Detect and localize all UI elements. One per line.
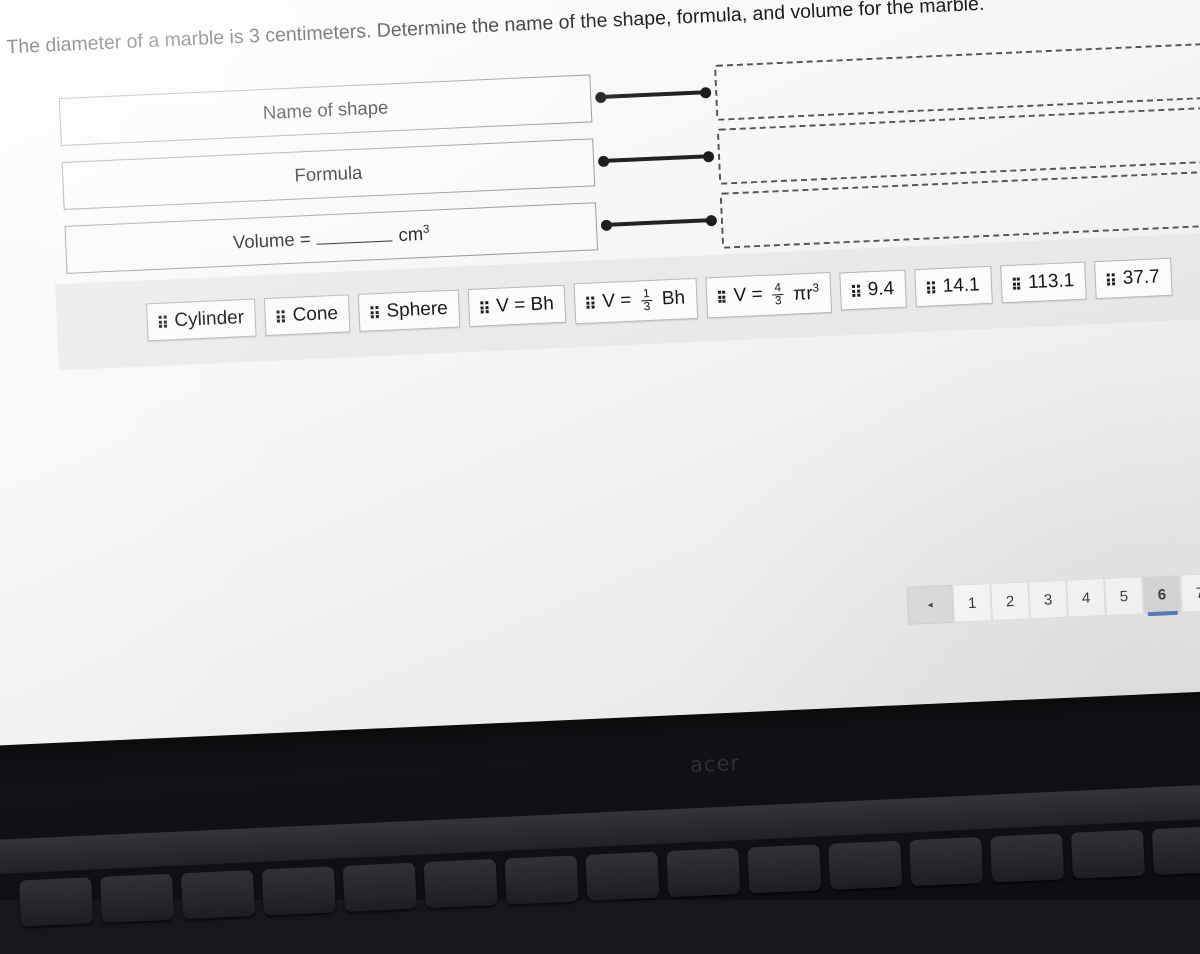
- connector-bar: [601, 90, 706, 99]
- tile-label: 14.1: [942, 274, 981, 298]
- pagination-page-1[interactable]: 1: [952, 583, 992, 623]
- tile-label: V = Bh: [495, 293, 555, 318]
- fraction-numerator: 1: [642, 286, 650, 301]
- volume-unit: cm3: [398, 222, 430, 246]
- drag-handle-icon[interactable]: [158, 315, 167, 329]
- answer-tile-14-1[interactable]: 14.1: [914, 266, 993, 308]
- volume-unit-exponent: 3: [422, 223, 430, 236]
- fraction-four-thirds: 4 3: [772, 281, 784, 308]
- tile-label: Cylinder: [173, 307, 245, 332]
- answer-tile-9-4[interactable]: 9.4: [839, 269, 907, 311]
- acer-brand-logo: acer: [689, 751, 741, 777]
- pagination-page-4[interactable]: 4: [1066, 578, 1106, 618]
- fraction-numerator: 4: [774, 281, 782, 295]
- answer-tile-cone[interactable]: Cone: [264, 294, 351, 337]
- laptop-body: acer The diameter of a marble is 3 centi…: [0, 0, 1200, 927]
- connector-dot-right: [702, 150, 715, 163]
- connector-dot-right: [705, 214, 718, 227]
- tile-label: 9.4: [867, 278, 895, 301]
- connector-line: [597, 150, 715, 168]
- drag-handle-icon[interactable]: [370, 306, 379, 319]
- fraction-one-third: 1 3: [641, 286, 653, 314]
- connector-line: [600, 214, 718, 232]
- tile-label: 113.1: [1027, 270, 1075, 294]
- prompt-label: Formula: [294, 161, 363, 186]
- worksheet-page: The diameter of a marble is 3 centimeter…: [0, 0, 1200, 687]
- keyboard-key: [1070, 829, 1145, 879]
- keyboard-key: [909, 836, 984, 887]
- pagination-page-6-active[interactable]: 6: [1142, 574, 1182, 615]
- drag-handle-icon[interactable]: [1012, 277, 1021, 291]
- keyboard-key: [19, 877, 94, 927]
- keyboard-key: [342, 862, 417, 912]
- pagination-page-3[interactable]: 3: [1028, 579, 1068, 620]
- drag-handle-icon[interactable]: [926, 281, 935, 294]
- answer-tile-v-four-thirds-pi-r-cubed[interactable]: V = 4 3 πr3: [705, 271, 833, 319]
- keyboard-key: [828, 840, 903, 890]
- tile-formula-prefix: V =: [601, 290, 632, 313]
- tile-formula-prefix: V =: [733, 284, 764, 307]
- tile-label: Cone: [292, 303, 339, 327]
- pagination: ◂ 1 2 3 4 5 6 7 8 9 1: [906, 568, 1200, 625]
- fraction-denominator: 3: [641, 299, 653, 314]
- prompt-label: Volume = cm3: [233, 223, 431, 254]
- pagination-page-7[interactable]: 7: [1180, 572, 1200, 613]
- drag-handle-icon[interactable]: [586, 296, 595, 310]
- tile-formula-suffix: Bh: [661, 287, 686, 310]
- keyboard-key: [990, 833, 1065, 883]
- connector-dot-right: [699, 87, 712, 99]
- keyboard-key: [261, 866, 336, 916]
- tile-formula-exponent: 3: [812, 281, 820, 295]
- pagination-page-5[interactable]: 5: [1104, 576, 1144, 616]
- keyboard-key: [423, 858, 498, 909]
- drag-handle-icon[interactable]: [1106, 273, 1116, 286]
- pagination-page-2[interactable]: 2: [990, 581, 1030, 622]
- keyboard-key: [99, 873, 174, 923]
- prompt-label: Name of shape: [262, 96, 389, 123]
- drag-handle-icon[interactable]: [276, 310, 285, 323]
- volume-blank: [316, 226, 393, 245]
- keyboard-key: [585, 851, 660, 901]
- tile-label: 37.7: [1122, 266, 1161, 290]
- laptop-screen: The diameter of a marble is 3 centimeter…: [0, 0, 1200, 748]
- volume-equals-label: Volume =: [232, 228, 312, 253]
- answer-tile-sphere[interactable]: Sphere: [358, 289, 461, 333]
- connector-bar: [604, 154, 709, 163]
- fraction-denominator: 3: [772, 293, 784, 308]
- connector-bar: [606, 218, 711, 227]
- answer-tile-v-bh[interactable]: V = Bh: [467, 285, 567, 328]
- answer-tile-v-one-third-bh[interactable]: V = 1 3 Bh: [573, 277, 699, 324]
- pagination-prev-button[interactable]: ◂: [906, 584, 955, 625]
- answer-tile-37-7[interactable]: 37.7: [1094, 258, 1173, 300]
- tile-label: Sphere: [386, 298, 449, 322]
- keyboard-key: [180, 869, 255, 920]
- answer-tile-113-1[interactable]: 113.1: [999, 261, 1088, 304]
- answer-tile-cylinder[interactable]: Cylinder: [146, 298, 257, 342]
- drag-handle-icon[interactable]: [717, 290, 726, 304]
- keyboard-key: [504, 855, 579, 905]
- keyboard-key: [666, 847, 741, 898]
- connector-line: [595, 87, 712, 104]
- keyboard-key: [1151, 825, 1200, 876]
- tile-formula-suffix: πr3: [792, 281, 820, 305]
- keyboard-key: [747, 844, 822, 894]
- drag-handle-icon[interactable]: [851, 284, 861, 298]
- drag-handle-icon[interactable]: [480, 301, 489, 314]
